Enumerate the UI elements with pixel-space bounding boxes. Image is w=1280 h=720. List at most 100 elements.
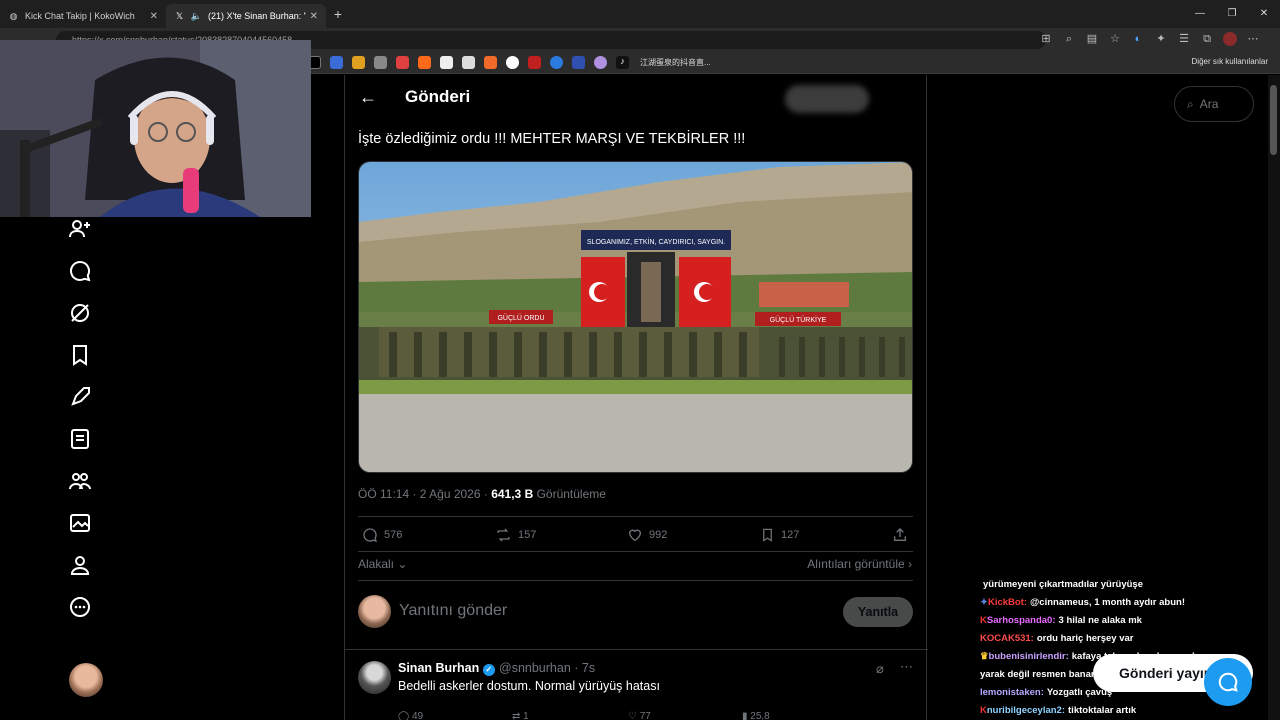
sign-right: GÜÇLÜ TÜRKİYE [770, 315, 827, 324]
more-icon[interactable] [68, 595, 92, 619]
post-media[interactable]: SLOGANIMIZ, ETKİN, CAYDIRICI, SAYGIN. GÜ… [358, 161, 913, 473]
parade-image: SLOGANIMIZ, ETKİN, CAYDIRICI, SAYGIN. GÜ… [359, 162, 912, 472]
chat-line: yürümeyeni çıkartmadılar yürüyüşe [980, 576, 1270, 594]
post-header: ← Gönderi [345, 75, 928, 119]
puzzle-icon[interactable]: ✦ [1154, 32, 1168, 46]
bookmark-purple-icon[interactable] [594, 56, 607, 69]
reply-text: Bedelli askerler dostum. Normal yürüyüş … [398, 679, 660, 693]
lists-icon[interactable] [68, 427, 92, 451]
bookmark-icon[interactable] [68, 343, 92, 367]
bookmark-grey-icon[interactable] [374, 56, 387, 69]
search-placeholder: Ara [1199, 97, 1219, 111]
other-bookmarks[interactable]: Diğer sık kullanılanlar [1192, 57, 1268, 66]
bookmark-label[interactable]: 江湖蛋泉的抖音直... [640, 57, 711, 68]
reply-like-count: 77 [639, 711, 651, 720]
back-arrow-icon[interactable]: ← [359, 87, 377, 108]
chat-message: yürümeyeni çıkartmadılar yürüyüşe [983, 579, 1143, 590]
chat-line: KSarhospanda0: 3 hilal ne alaka mk [980, 612, 1270, 630]
tab-title: (21) X'te Sinan Burhan: "İşte ö [208, 11, 306, 21]
communities-icon[interactable] [68, 469, 92, 493]
rocket-icon[interactable] [68, 385, 92, 409]
apps-icon[interactable]: ⊞ [1039, 32, 1053, 46]
favorite-star-icon[interactable]: ☆ [1108, 32, 1122, 46]
zoom-icon[interactable]: ⌕ [1062, 32, 1076, 46]
compose-chat-button[interactable] [1204, 658, 1252, 706]
repost-count: 157 [518, 529, 537, 541]
reply-reply-action[interactable]: ◯ 49 [398, 711, 423, 720]
reply-repost-action[interactable]: ⇄ 1 [512, 711, 529, 720]
tiktok-icon[interactable]: ♪ [616, 56, 629, 69]
bookmark-orange2-icon[interactable] [418, 56, 431, 69]
view-count: 641,3 B [491, 487, 534, 501]
bookmark-red-icon[interactable] [396, 56, 409, 69]
profile-icon[interactable] [68, 553, 92, 577]
repost-action[interactable]: 157 [495, 527, 536, 543]
bookmark-action[interactable]: 127 [760, 527, 799, 543]
account-avatar[interactable] [69, 663, 103, 697]
minimize-button[interactable]: — [1184, 0, 1216, 28]
divider [358, 516, 913, 517]
chat-line: ✦KickBot: @cinnameus, 1 month aydır abun! [980, 594, 1270, 612]
share-action[interactable] [892, 527, 908, 543]
bookmark-count: 127 [781, 529, 800, 541]
bookmark-white-icon[interactable] [440, 56, 453, 69]
webcam-overlay [0, 40, 311, 217]
reply-tweet[interactable]: Sinan Burhan ✓ @snnburhan · 7s ⌀ ⋯ Bedel… [358, 659, 913, 720]
tab-x-post[interactable]: 𝕏 🔈 (21) X'te Sinan Burhan: "İşte ö ✕ [166, 4, 326, 28]
bookmark-blue2-icon[interactable] [572, 56, 585, 69]
bookmark-circle-icon[interactable] [506, 56, 519, 69]
blurred-button[interactable] [785, 85, 869, 113]
close-icon[interactable]: ✕ [310, 11, 318, 22]
bookmark-red2-icon[interactable] [528, 56, 541, 69]
reply-icon [363, 528, 377, 542]
avatar[interactable] [358, 661, 391, 694]
x-icon: 𝕏 [175, 10, 184, 21]
view-quotes-link[interactable]: Alıntıları görüntüle › [807, 557, 912, 571]
reader-icon[interactable]: ▤ [1085, 32, 1099, 46]
globe-icon: ◍ [9, 10, 18, 21]
bookmark-blue-icon[interactable] [330, 56, 343, 69]
reply-views-action[interactable]: ▮ 25,8 [742, 711, 770, 720]
profile-avatar[interactable] [1223, 32, 1237, 46]
favorites-icon[interactable]: ☰ [1177, 32, 1191, 46]
close-window-button[interactable]: ✕ [1248, 0, 1280, 28]
close-icon[interactable]: ✕ [150, 11, 158, 22]
left-nav [0, 217, 311, 720]
post-time[interactable]: ÖÖ 11:14 · 2 Ağu 2026 · [358, 487, 491, 501]
bookmark-brave-icon[interactable] [484, 56, 497, 69]
search-input[interactable]: ⌕ Ara [1174, 86, 1254, 122]
reply-button[interactable]: Yanıtla [843, 597, 913, 627]
grok-icon[interactable]: ⌀ [876, 661, 884, 677]
new-tab-button[interactable]: + [326, 6, 350, 22]
reply-count: 576 [384, 529, 403, 541]
action-bar: 576 157 992 127 [358, 527, 913, 549]
bookmark-orange-icon[interactable] [352, 56, 365, 69]
chevron-down-icon: ⌄ [397, 557, 408, 571]
maximize-button[interactable]: ❐ [1216, 0, 1248, 28]
bookmark-play-icon[interactable] [550, 56, 563, 69]
more-options-icon[interactable]: ⋯ [900, 659, 913, 675]
collections-icon[interactable]: ⧉ [1200, 32, 1214, 46]
bookmark-amazon-icon[interactable] [462, 56, 475, 69]
scrollbar-thumb[interactable] [1270, 85, 1277, 155]
tab-kick-chat[interactable]: ◍ Kick Chat Takip | KokoWich ✕ [0, 4, 166, 28]
chat-icon[interactable] [68, 259, 92, 283]
reply-handle[interactable]: @snnburhan · 7s [499, 661, 595, 675]
chat-message: @cinnameus, 1 month aydır abun! [1030, 597, 1185, 608]
follow-user-icon[interactable] [68, 217, 92, 241]
reply-repost-count: 1 [523, 711, 529, 720]
menu-icon[interactable]: ⋯ [1246, 32, 1260, 46]
grok-icon[interactable] [68, 301, 92, 325]
bookmark-icon [763, 528, 772, 542]
reply-reply-count: 49 [411, 711, 424, 720]
extension-icon[interactable]: ◐ [1131, 32, 1145, 46]
reply-action[interactable]: 576 [362, 527, 402, 543]
reply-like-action[interactable]: ♡ 77 [628, 711, 651, 720]
chat-user: Sarhospanda0: [986, 615, 1056, 626]
reply-input[interactable]: Yanıtını gönder [399, 602, 507, 620]
like-action[interactable]: 992 [627, 527, 667, 543]
reply-author-name[interactable]: Sinan Burhan ✓ [398, 661, 495, 676]
media-icon[interactable] [68, 511, 92, 535]
heart-icon [628, 529, 642, 542]
sort-relevant[interactable]: Alakalı ⌄ [358, 557, 407, 571]
